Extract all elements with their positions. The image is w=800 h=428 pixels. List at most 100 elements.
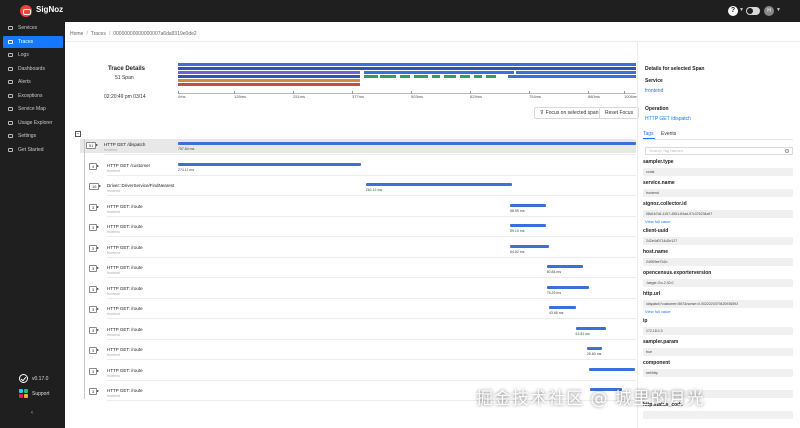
expand-row-icon[interactable]: ▸	[97, 204, 99, 209]
sidebar-item-settings[interactable]: Settings	[0, 130, 65, 142]
operation-label: Operation	[645, 106, 669, 112]
span-service: frontend	[107, 250, 120, 255]
sidebar-item-exceptions[interactable]: Exceptions	[0, 90, 65, 102]
span-bar[interactable]	[178, 142, 636, 145]
expand-row-icon[interactable]: ▸	[97, 306, 99, 311]
trace-start-time: 02:20:49 pm 03/14	[104, 94, 146, 100]
span-name[interactable]: HTTP GET: /route	[107, 265, 143, 270]
span-child-count[interactable]: 3	[89, 347, 98, 354]
help-icon[interactable]: ?	[728, 6, 738, 16]
tag-value	[643, 411, 793, 419]
view-full-value-link[interactable]: View full value	[645, 309, 671, 314]
span-bar[interactable]	[546, 285, 590, 289]
expand-row-icon[interactable]: ▸	[97, 245, 99, 250]
span-child-count[interactable]: 4	[89, 162, 98, 170]
sidebar-item-dashboards[interactable]: Dashboards	[0, 63, 65, 75]
tab-events[interactable]: Events	[661, 131, 676, 137]
expand-row-icon[interactable]: ▸	[97, 265, 99, 270]
span-name[interactable]: HTTP GET /dispatch	[104, 142, 145, 147]
span-bar[interactable]	[589, 367, 636, 371]
expand-row-icon[interactable]: ▸	[97, 327, 99, 332]
theme-toggle[interactable]	[746, 7, 760, 15]
span-bar[interactable]	[510, 244, 549, 248]
span-child-count[interactable]: 3	[89, 326, 98, 334]
signoz-logo-icon[interactable]	[20, 5, 32, 17]
span-name[interactable]: HTTP GET: /route	[107, 368, 143, 373]
span-name[interactable]: HTTP GET: /route	[107, 347, 143, 352]
check-circle-icon	[19, 374, 28, 383]
span-bar[interactable]	[365, 183, 513, 186]
span-bar[interactable]	[548, 306, 576, 309]
span-name[interactable]: Driver::DriverService/FindNearest	[107, 183, 174, 188]
span-child-count[interactable]: 3	[89, 285, 98, 293]
trace-minimap[interactable]	[178, 63, 636, 87]
span-name[interactable]: HTTP GET: /route	[107, 327, 143, 332]
span-service: frontend	[107, 189, 120, 193]
span-service: frontend	[107, 332, 120, 337]
time-tick: 880ms	[588, 91, 601, 99]
breadcrumb-traces[interactable]: Traces	[91, 31, 106, 37]
span-name[interactable]: HTTP GET: /route	[107, 204, 143, 209]
span-child-count[interactable]: 16	[89, 183, 100, 190]
tag-search-input[interactable]: Search Tag Names	[645, 147, 793, 155]
span-bar[interactable]	[546, 265, 584, 268]
expand-row-icon[interactable]: ▸	[97, 388, 99, 393]
span-bar[interactable]	[510, 203, 546, 207]
operation-value[interactable]: HTTP GET /dispatch	[645, 116, 691, 122]
sidebar-item-alerts[interactable]: Alerts	[0, 76, 65, 88]
sidebar-item-get-started[interactable]: Get Started	[0, 144, 65, 156]
focus-selected-span-button[interactable]: ⊽ Focus on selected span	[534, 107, 605, 119]
chevron-down-icon[interactable]: ▼	[739, 7, 744, 13]
sidebar-item-label: Get Started	[18, 147, 44, 153]
span-child-count[interactable]: 3	[89, 367, 98, 375]
span-duration: 25.60 ms	[586, 352, 602, 356]
app-name[interactable]: SigNoz	[36, 5, 63, 14]
span-bar[interactable]	[510, 224, 546, 227]
expand-row-icon[interactable]: ▸	[97, 224, 99, 229]
span-child-count[interactable]: 3	[89, 306, 98, 313]
span-name[interactable]: HTTP GET: /route	[107, 245, 143, 250]
sidebar-item-services[interactable]: Services	[0, 22, 65, 34]
slack-icon[interactable]	[19, 389, 28, 398]
support-link[interactable]: Support	[32, 391, 50, 397]
row-separator	[107, 256, 636, 258]
span-child-count[interactable]: 3	[89, 388, 98, 395]
span-child-count[interactable]: 3	[89, 224, 98, 231]
breadcrumb-home[interactable]: Home	[70, 31, 83, 37]
sidebar-item-usage-explorer[interactable]: Usage Explorer	[0, 117, 65, 129]
span-child-count[interactable]: 3	[89, 244, 98, 252]
view-full-value-link[interactable]: View full value	[645, 219, 671, 224]
search-icon[interactable]	[785, 149, 789, 153]
span-name[interactable]: HTTP GET: /route	[107, 224, 143, 229]
breadcrumb: Home / Traces/00000000000000007a6da9319e0d…	[70, 31, 197, 37]
tab-tags[interactable]: Tags	[643, 131, 654, 137]
span-child-count[interactable]: 3	[89, 265, 98, 272]
span-bar[interactable]	[575, 326, 606, 330]
span-name[interactable]: HTTP GET: /route	[107, 388, 143, 393]
avatar[interactable]: H	[764, 6, 774, 16]
span-child-count[interactable]: 3	[89, 203, 98, 211]
expand-row-icon[interactable]: ▸	[97, 368, 99, 373]
expand-row-icon[interactable]: ▸	[99, 183, 101, 188]
span-name[interactable]: HTTP GET /customer	[107, 163, 150, 168]
expand-row-icon[interactable]: ▸	[97, 286, 99, 291]
sidebar-item-traces[interactable]: Traces	[3, 36, 63, 48]
row-separator	[107, 318, 636, 319]
chevron-down-icon[interactable]: ▼	[776, 7, 781, 13]
reset-focus-button[interactable]: Reset Focus	[599, 107, 640, 119]
collapse-sidebar-icon[interactable]: ‹	[31, 410, 33, 416]
span-service: frontend	[107, 168, 120, 173]
span-bar[interactable]	[586, 347, 603, 350]
expand-row-icon[interactable]: ▸	[96, 142, 98, 147]
span-child-count[interactable]: 51	[86, 142, 97, 149]
service-value[interactable]: frontend	[645, 88, 663, 94]
span-bar[interactable]	[178, 162, 362, 166]
expand-row-icon[interactable]: ▸	[97, 347, 99, 352]
span-name[interactable]: HTTP GET: /route	[107, 306, 143, 311]
time-tick: 503ms	[411, 91, 424, 99]
sidebar-item-service-map[interactable]: Service Map	[0, 103, 65, 115]
sidebar-item-logs[interactable]: Logs	[0, 49, 65, 61]
collapse-all-icon[interactable]: −	[75, 131, 81, 137]
expand-row-icon[interactable]: ▸	[97, 163, 99, 168]
span-name[interactable]: HTTP GET: /route	[107, 286, 143, 291]
